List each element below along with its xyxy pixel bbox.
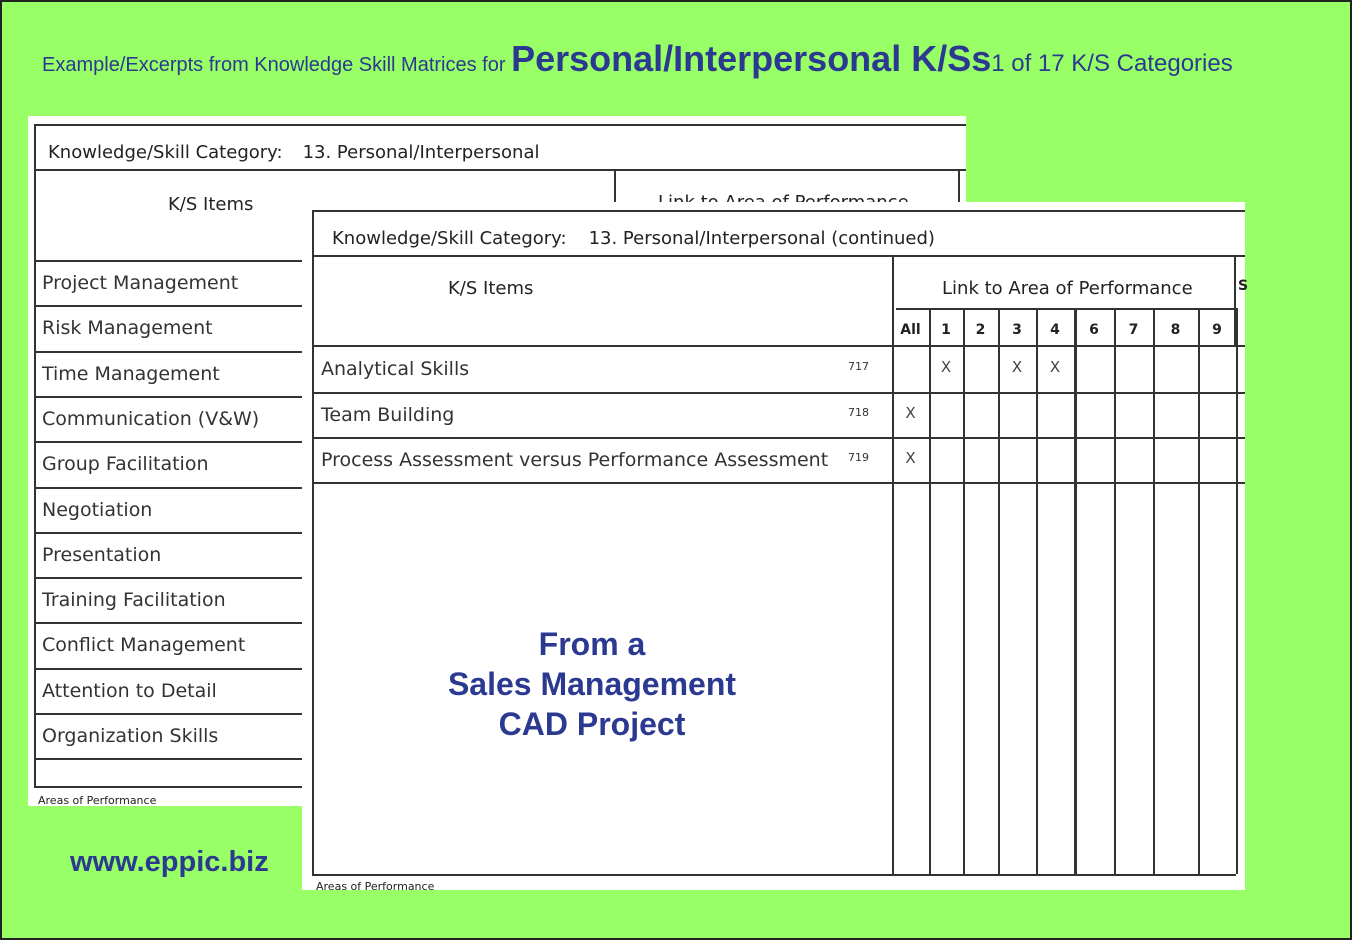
divider [614, 170, 616, 202]
divider [34, 713, 304, 715]
back-list-item: Organization Skills [42, 725, 219, 747]
table-row-item: Analytical Skills [321, 358, 470, 380]
column-header: 9 [1212, 322, 1222, 338]
divider [34, 758, 304, 760]
back-category-value: 13. Personal/Interpersonal [302, 142, 540, 163]
divider [34, 169, 966, 171]
column-header: 1 [941, 322, 951, 338]
back-list-item: Training Facilitation [42, 589, 226, 612]
title-tail: 1 of 17 K/S Categories [991, 50, 1233, 77]
link-mark: X [1011, 358, 1023, 376]
column-header: 6 [1089, 322, 1099, 338]
caption-line-1: From a [538, 626, 646, 662]
front-items-header: K/S Items [448, 278, 534, 299]
title-emphasis: Personal/Interpersonal K/Ss [511, 38, 992, 79]
table-row-number: 717 [848, 360, 869, 373]
divider [34, 786, 304, 788]
column-header: 3 [1012, 322, 1022, 338]
divider [34, 124, 36, 788]
front-sheet-frame [312, 210, 314, 874]
divider [312, 392, 1245, 394]
front-next-header-truncated: S [1238, 278, 1249, 294]
divider [312, 482, 1245, 484]
divider [34, 622, 304, 624]
front-footer: Areas of Performance [316, 880, 435, 893]
back-footer: Areas of Performance [38, 794, 157, 807]
back-list-item: Communication (V&W) [42, 407, 260, 430]
table-row-item: Team Building [321, 404, 455, 426]
divider [34, 532, 304, 534]
divider [34, 260, 304, 262]
divider [892, 256, 894, 874]
front-category-row: Knowledge/Skill Category: 13. Personal/In… [332, 228, 935, 249]
table-row-number: 719 [848, 451, 869, 464]
column-header: 7 [1128, 322, 1139, 338]
divider [958, 170, 960, 202]
column-header: 2 [975, 322, 986, 338]
back-list-item: Presentation [42, 543, 162, 566]
front-sheet-frame [312, 210, 1245, 212]
divider [312, 345, 1245, 347]
table-row-number: 718 [848, 406, 869, 419]
column-header: 4 [1050, 322, 1060, 338]
divider [34, 351, 304, 353]
divider [312, 874, 1236, 876]
back-category-label: Knowledge/Skill Category: [48, 142, 283, 163]
divider [34, 396, 304, 398]
back-list-item: Conflict Management [42, 634, 246, 657]
front-matrix-sheet: Knowledge/Skill Category: 13. Personal/In… [302, 202, 1249, 893]
link-mark: X [1049, 358, 1061, 376]
back-list-item: Time Management [42, 362, 220, 385]
link-mark: X [940, 358, 952, 376]
divider [312, 437, 1245, 439]
caption-line-3: CAD Project [498, 706, 686, 742]
front-category-label: Knowledge/Skill Category: [332, 228, 567, 249]
divider [34, 441, 304, 443]
link-mark: X [905, 449, 916, 467]
back-list-item: Risk Management [42, 317, 213, 340]
front-link-header: Link to Area of Performance [942, 278, 1193, 299]
table-row-item: Process Assessment versus Performance As… [321, 449, 829, 471]
divider [312, 255, 1245, 257]
divider [896, 308, 1234, 310]
caption-line-2: Sales Management [447, 666, 737, 702]
website-link[interactable]: www.eppic.biz [70, 846, 269, 879]
front-category-value: 13. Personal/Interpersonal (continued) [588, 228, 935, 249]
column-header: All [900, 322, 921, 338]
back-list-item: Attention to Detail [42, 679, 217, 702]
back-list-item: Group Facilitation [42, 453, 209, 476]
divider [34, 305, 304, 307]
column-header: 8 [1170, 322, 1181, 338]
back-list-item: Negotiation [42, 498, 153, 521]
divider [34, 668, 304, 670]
slide-title: Example/Excerpts from Knowledge Skill Ma… [42, 38, 1233, 80]
back-items-header: K/S Items [168, 194, 254, 215]
back-category-row: Knowledge/Skill Category: 13. Personal/In… [48, 142, 539, 163]
project-caption: From a Sales Management CAD Project [382, 624, 802, 744]
divider [34, 577, 304, 579]
divider [34, 487, 304, 489]
back-list-item: Project Management [42, 272, 239, 294]
link-mark: X [905, 404, 916, 422]
title-intro: Example/Excerpts from Knowledge Skill Ma… [42, 54, 512, 76]
